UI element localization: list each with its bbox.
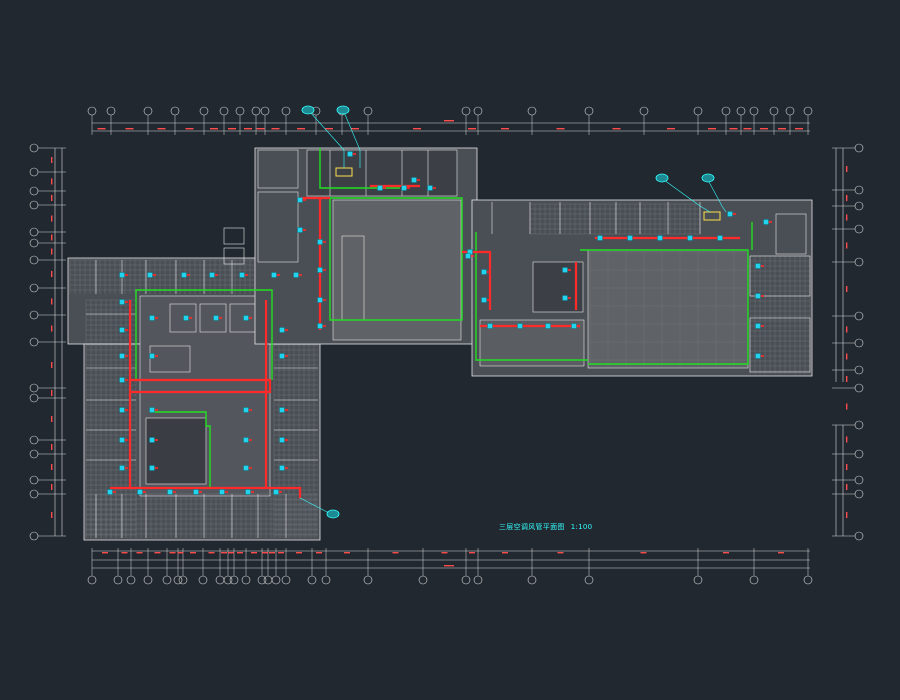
air-diffuser-icon [149, 315, 155, 321]
air-diffuser-icon [167, 489, 173, 495]
hvac-floor-plan [0, 0, 900, 700]
center-block [254, 147, 478, 345]
air-diffuser-icon [571, 323, 577, 329]
air-diffuser-icon [279, 327, 285, 333]
drawing-title: 三层空调风管平面图 1:100 [499, 522, 592, 532]
air-diffuser-icon [297, 197, 303, 203]
air-diffuser-icon [317, 267, 323, 273]
air-diffuser-icon [119, 377, 125, 383]
air-diffuser-icon [239, 272, 245, 278]
air-diffuser-icon [755, 263, 761, 269]
air-diffuser-icon [279, 437, 285, 443]
air-diffuser-icon [119, 327, 125, 333]
air-diffuser-icon [119, 465, 125, 471]
air-diffuser-icon [119, 353, 125, 359]
air-diffuser-icon [183, 315, 189, 321]
air-diffuser-icon [411, 177, 417, 183]
air-diffuser-icon [119, 299, 125, 305]
air-diffuser-icon [517, 323, 523, 329]
equipment-tag-icon [301, 105, 315, 115]
air-diffuser-icon [147, 272, 153, 278]
air-diffuser-icon [193, 489, 199, 495]
air-diffuser-icon [279, 465, 285, 471]
open-hall-east [587, 249, 749, 369]
central-hall [332, 199, 462, 341]
equipment-tag-icon [655, 173, 669, 183]
air-diffuser-icon [763, 219, 769, 225]
air-diffuser-icon [545, 323, 551, 329]
air-diffuser-icon [219, 489, 225, 495]
air-diffuser-icon [401, 185, 407, 191]
air-diffuser-icon [119, 272, 125, 278]
air-diffuser-icon [279, 353, 285, 359]
air-diffuser-icon [481, 269, 487, 275]
equipment-tag-icon [336, 105, 350, 115]
air-diffuser-icon [149, 407, 155, 413]
drawing-title-text: 三层空调风管平面图 [499, 523, 565, 531]
air-diffuser-icon [481, 297, 487, 303]
air-diffuser-icon [149, 465, 155, 471]
air-diffuser-icon [243, 407, 249, 413]
air-diffuser-icon [755, 353, 761, 359]
air-diffuser-icon [427, 185, 433, 191]
air-diffuser-icon [243, 315, 249, 321]
drawing-scale: 1:100 [570, 523, 593, 531]
air-diffuser-icon [317, 297, 323, 303]
air-diffuser-icon [293, 272, 299, 278]
air-diffuser-icon [487, 323, 493, 329]
air-diffuser-icon [597, 235, 603, 241]
air-diffuser-icon [562, 295, 568, 301]
equipment-tag-icon [326, 509, 340, 519]
air-diffuser-icon [279, 407, 285, 413]
air-diffuser-icon [137, 489, 143, 495]
air-diffuser-icon [717, 235, 723, 241]
air-diffuser-icon [627, 235, 633, 241]
air-diffuser-icon [317, 239, 323, 245]
air-diffuser-icon [107, 489, 113, 495]
right-wing [471, 199, 813, 377]
air-diffuser-icon [755, 293, 761, 299]
air-diffuser-icon [273, 489, 279, 495]
air-diffuser-icon [687, 235, 693, 241]
air-diffuser-icon [245, 489, 251, 495]
air-diffuser-icon [213, 315, 219, 321]
air-diffuser-icon [755, 323, 761, 329]
air-diffuser-icon [149, 353, 155, 359]
air-diffuser-icon [119, 437, 125, 443]
air-diffuser-icon [243, 437, 249, 443]
air-diffuser-icon [243, 465, 249, 471]
air-diffuser-icon [465, 253, 471, 259]
air-diffuser-icon [181, 272, 187, 278]
air-diffuser-icon [347, 151, 353, 157]
air-diffuser-icon [149, 437, 155, 443]
air-diffuser-icon [119, 407, 125, 413]
air-diffuser-icon [271, 272, 277, 278]
air-diffuser-icon [562, 267, 568, 273]
air-diffuser-icon [657, 235, 663, 241]
air-diffuser-icon [209, 272, 215, 278]
air-diffuser-icon [377, 185, 383, 191]
stair-core [145, 417, 207, 485]
air-diffuser-icon [317, 323, 323, 329]
air-diffuser-icon [727, 211, 733, 217]
air-diffuser-icon [297, 227, 303, 233]
equipment-tag-icon [701, 173, 715, 183]
